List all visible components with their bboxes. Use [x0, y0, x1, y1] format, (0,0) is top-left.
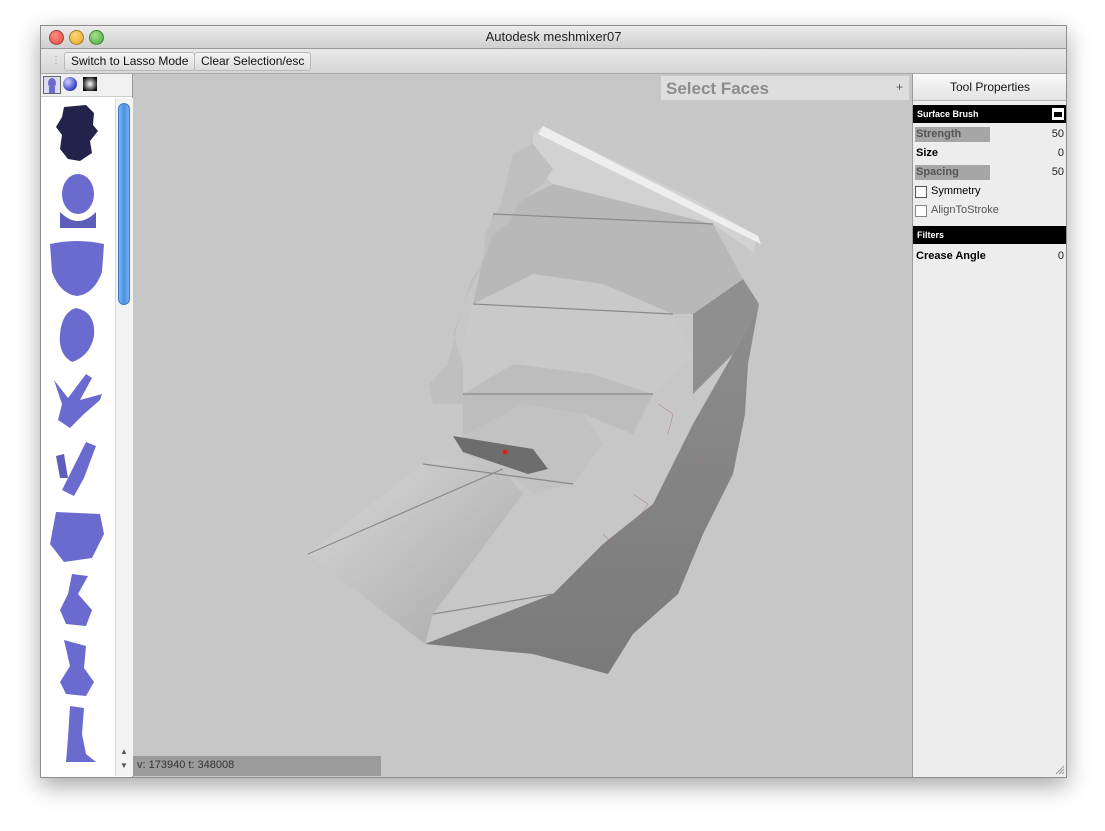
crease-angle-value: 0 [1057, 250, 1064, 262]
align-to-stroke-checkbox[interactable] [915, 205, 927, 217]
library-panel: ▲ ▼ [41, 74, 133, 777]
thumbnail-head-scan[interactable] [46, 103, 108, 163]
mesh-model[interactable] [133, 74, 911, 777]
thumbnail-leg[interactable] [46, 704, 108, 764]
library-scrollbar[interactable]: ▲ ▼ [115, 98, 133, 776]
thumbnail-ear[interactable] [46, 304, 108, 364]
tab-models-icon[interactable] [43, 76, 61, 94]
scroll-up-arrow-icon[interactable]: ▲ [118, 746, 130, 758]
thumbnail-foot[interactable] [46, 570, 108, 630]
strength-slider[interactable]: Strength 50 [913, 127, 1066, 143]
collapse-section-icon[interactable] [1052, 108, 1064, 120]
switch-to-lasso-mode-button[interactable]: Switch to Lasso Mode [64, 52, 196, 71]
tool-properties-header: Tool Properties [913, 74, 1066, 101]
filters-title: Filters [917, 230, 945, 240]
thumbnail-torso[interactable] [46, 504, 108, 564]
mesh-stats-status-bar: v: 173940 t: 348008 [133, 756, 381, 776]
strength-value: 50 [1051, 128, 1064, 140]
spacing-slider[interactable]: Spacing 50 [913, 165, 1066, 181]
select-faces-label: Select Faces [666, 79, 770, 98]
resize-grip-icon[interactable] [1055, 765, 1065, 775]
align-to-stroke-checkbox-row[interactable]: AlignToStroke [913, 203, 1066, 219]
toolbar-grip-icon[interactable]: ⋮ [51, 55, 61, 66]
thumbnail-arm[interactable] [46, 438, 108, 498]
scroll-down-arrow-icon[interactable]: ▼ [118, 760, 130, 772]
spacing-value: 50 [1051, 166, 1064, 178]
strength-label: Strength [915, 127, 990, 142]
size-label: Size [916, 147, 939, 159]
symmetry-checkbox[interactable] [915, 186, 927, 198]
filters-section-header: Filters [913, 226, 1066, 244]
select-faces-panel[interactable]: Select Faces + [661, 76, 909, 100]
library-tabs [41, 74, 132, 97]
size-value: 0 [1057, 147, 1064, 159]
tab-environment-icon[interactable] [82, 76, 98, 92]
size-slider[interactable]: Size 0 [913, 146, 1066, 162]
thumbnail-face[interactable] [46, 238, 108, 298]
mesh-stats-text: v: 173940 t: 348008 [137, 759, 235, 771]
tab-materials-icon[interactable] [62, 76, 78, 92]
app-window: Autodesk meshmixer07 ⋮ Switch to Lasso M… [40, 25, 1067, 778]
title-bar[interactable]: Autodesk meshmixer07 [41, 26, 1066, 49]
tool-properties-panel: Tool Properties Surface Brush Strength 5… [912, 74, 1066, 777]
crease-angle-slider[interactable]: Crease Angle 0 [913, 249, 1066, 265]
spacing-label: Spacing [915, 165, 990, 180]
surface-brush-title: Surface Brush [917, 109, 979, 119]
clear-selection-button[interactable]: Clear Selection/esc [194, 52, 312, 71]
align-to-stroke-label: AlignToStroke [931, 204, 999, 216]
symmetry-checkbox-row[interactable]: Symmetry [913, 184, 1066, 200]
thumbnail-hand[interactable] [46, 370, 108, 430]
crease-angle-label: Crease Angle [916, 250, 986, 262]
model-thumbnails [41, 98, 115, 776]
thumbnail-foot-side[interactable] [46, 638, 108, 698]
window-title: Autodesk meshmixer07 [485, 29, 622, 44]
toolbar: ⋮ Switch to Lasso Mode Clear Selection/e… [41, 49, 1066, 74]
surface-brush-section-header: Surface Brush [913, 105, 1066, 123]
expand-plus-icon[interactable]: + [896, 80, 903, 94]
symmetry-label: Symmetry [931, 185, 981, 197]
thumbnail-bust[interactable] [46, 170, 108, 230]
3d-viewport[interactable]: Select Faces + v: 173940 t: 348008 [133, 74, 911, 777]
scrollbar-thumb[interactable] [118, 103, 130, 305]
